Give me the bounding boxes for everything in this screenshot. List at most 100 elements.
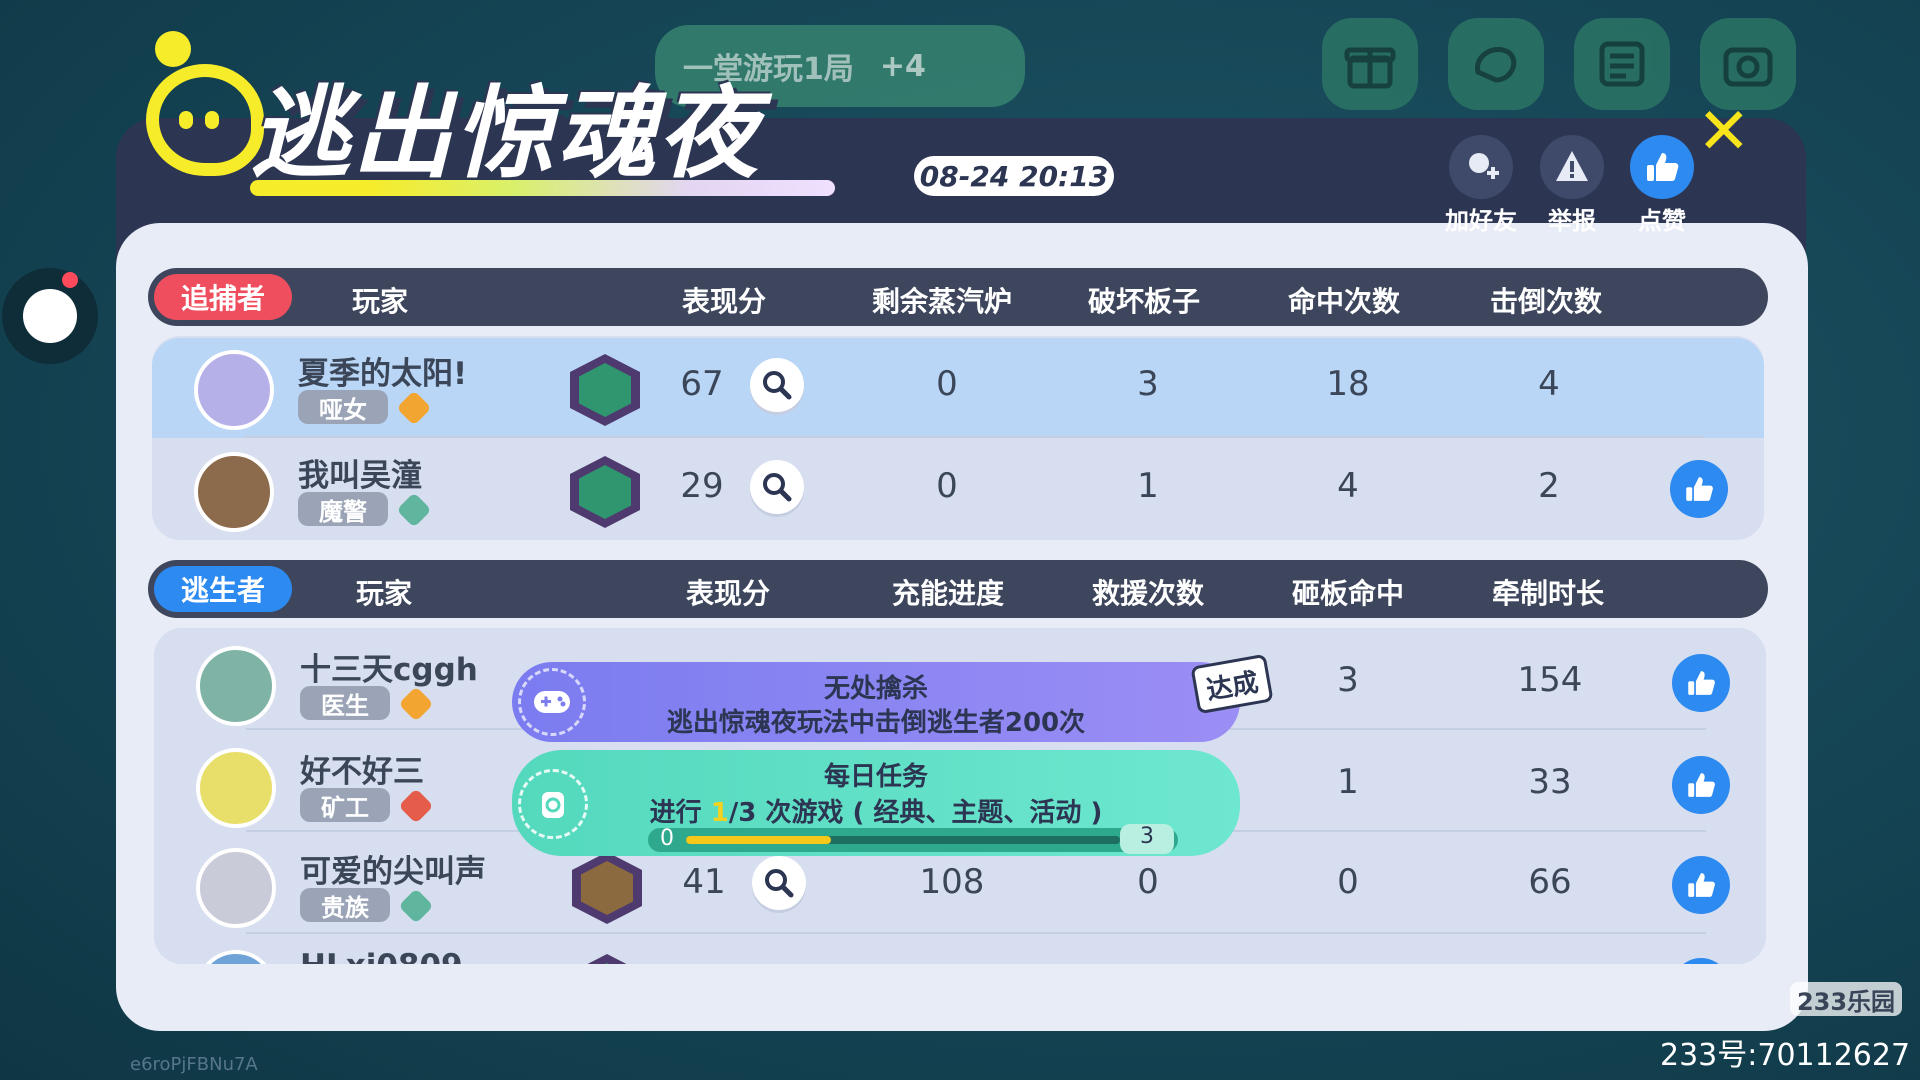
boards-broken: 1 <box>1137 466 1159 506</box>
hunter-rows: 夏季的太阳! 哑女 67 0 3 18 4 我叫吴潼 魔警 29 0 1 4 2 <box>152 336 1764 540</box>
search-icon[interactable] <box>752 856 806 910</box>
steam-left: 0 <box>936 364 958 404</box>
game-title: 逃出惊魂夜 <box>250 75 760 192</box>
rank-icon <box>398 888 434 924</box>
kite-time: 33 <box>1528 762 1572 802</box>
title-swoosh <box>250 180 835 196</box>
thumbs-up-icon[interactable] <box>1672 654 1730 712</box>
thumbs-up-icon[interactable] <box>1670 460 1728 518</box>
brush-icon <box>1448 18 1544 110</box>
player-name: 好不好三 <box>300 754 424 790</box>
knockdowns: 4 <box>1538 364 1560 404</box>
rank-icon <box>396 390 432 426</box>
achievement-toast: 无处擒杀 逃出惊魂夜玩法中击倒逃生者200次 <box>512 662 1240 742</box>
character-badge-icon <box>570 456 640 528</box>
thumbs-up-icon[interactable] <box>1672 958 1730 964</box>
search-icon[interactable] <box>750 460 804 514</box>
steam-left: 0 <box>936 466 958 506</box>
add-friend-icon <box>1449 135 1513 199</box>
task-progress-current: 1 <box>710 798 729 828</box>
player-name: 我叫吴潼 <box>298 458 422 494</box>
col-charge: 充能进度 <box>892 577 1005 610</box>
col-board-hits: 砸板命中 <box>1292 577 1405 610</box>
score: 67 <box>680 364 724 404</box>
achievement-desc: 逃出惊魂夜玩法中击倒逃生者200次 <box>666 708 1086 738</box>
progress-min: 0 <box>660 826 674 851</box>
rank-icon <box>396 492 432 528</box>
avatar[interactable] <box>196 748 276 828</box>
col-knockdowns: 击倒次数 <box>1490 285 1603 318</box>
character-role: 矿工 <box>300 788 390 822</box>
player-name: 可爱的尖叫声 <box>300 854 486 890</box>
player-name: HLxi0809 <box>300 948 463 964</box>
survivor-table-header: 逃生者 玩家 表现分 充能进度 救援次数 砸板命中 牵制时长 <box>148 560 1768 618</box>
avatar[interactable] <box>194 350 274 430</box>
hits: 18 <box>1326 364 1370 404</box>
report-button[interactable]: 举报 <box>1527 135 1617 236</box>
kite-time: 66 <box>1528 862 1572 902</box>
list-icon <box>1574 18 1670 110</box>
character-badge-icon <box>572 852 642 924</box>
search-icon[interactable] <box>750 358 804 412</box>
col-steam: 剩余蒸汽炉 <box>872 285 1013 318</box>
watermark: e6roPjFBNu7A <box>130 1054 258 1075</box>
brand-logo: 233乐园 <box>1790 982 1902 1016</box>
table-row: 夏季的太阳! 哑女 67 0 3 18 4 <box>152 338 1764 438</box>
charge-progress: 108 <box>919 862 985 902</box>
avatar[interactable] <box>196 848 276 928</box>
board-hits: 3 <box>1337 660 1359 700</box>
character-role: 哑女 <box>298 390 388 424</box>
report-icon <box>1540 135 1604 199</box>
character-role: 医生 <box>300 686 390 720</box>
thumbs-up-icon[interactable] <box>1672 756 1730 814</box>
table-row: HLxi0809 <box>154 938 1766 964</box>
add-friend-button[interactable]: 加好友 <box>1436 135 1526 236</box>
match-datetime: 08-24 20:13 <box>914 156 1114 196</box>
rank-icon <box>398 788 434 824</box>
hits: 4 <box>1337 466 1359 506</box>
hunter-tag: 追捕者 <box>154 274 292 320</box>
progress-fill <box>686 836 831 844</box>
thumbs-up-icon[interactable] <box>1672 856 1730 914</box>
row-divider <box>246 932 1706 934</box>
bonus-banner-value: +4 <box>879 48 926 84</box>
player-name: 十三天cggh <box>300 652 478 688</box>
col-broken-boards: 破坏板子 <box>1088 285 1201 318</box>
thumbs-up-icon <box>1630 135 1694 199</box>
gift-icon <box>1322 18 1418 110</box>
like-all-button[interactable]: 点赞 <box>1617 135 1707 236</box>
row-divider <box>244 436 1704 438</box>
player-name: 夏季的太阳! <box>298 356 468 392</box>
report-label: 举报 <box>1548 207 1596 235</box>
assistant-dot-icon <box>23 289 77 343</box>
notification-dot <box>62 272 78 288</box>
avatar[interactable] <box>196 646 276 726</box>
col-kite-time: 牵制时长 <box>1492 577 1605 610</box>
avatar[interactable] <box>194 452 274 532</box>
knockdowns: 2 <box>1538 466 1560 506</box>
user-id: 233号:70112627 <box>1660 1038 1911 1073</box>
like-label: 点赞 <box>1638 207 1686 235</box>
character-badge-icon <box>570 354 640 426</box>
hunter-table-header: 追捕者 玩家 表现分 剩余蒸汽炉 破坏板子 命中次数 击倒次数 <box>148 268 1768 326</box>
boards-broken: 3 <box>1137 364 1159 404</box>
floating-assistant-button[interactable] <box>2 268 98 364</box>
add-friend-label: 加好友 <box>1445 207 1517 235</box>
mascot-eye-right <box>205 111 219 129</box>
board-hits: 1 <box>1337 762 1359 802</box>
score: 29 <box>680 466 724 506</box>
rank-icon <box>398 686 434 722</box>
col-player: 玩家 <box>356 577 413 610</box>
character-role: 贵族 <box>300 888 390 922</box>
avatar[interactable] <box>196 950 276 964</box>
kite-time: 154 <box>1517 660 1583 700</box>
character-role: 魔警 <box>298 492 388 526</box>
board-hits: 0 <box>1337 862 1359 902</box>
survivor-tag: 逃生者 <box>154 566 292 612</box>
col-rescues: 救援次数 <box>1092 577 1205 610</box>
score: 41 <box>682 862 726 902</box>
logo-mascot-icon <box>146 31 264 176</box>
rescues: 0 <box>1137 862 1159 902</box>
close-icon[interactable]: ✕ <box>1697 100 1751 164</box>
progress-max: 3 <box>1120 824 1174 854</box>
